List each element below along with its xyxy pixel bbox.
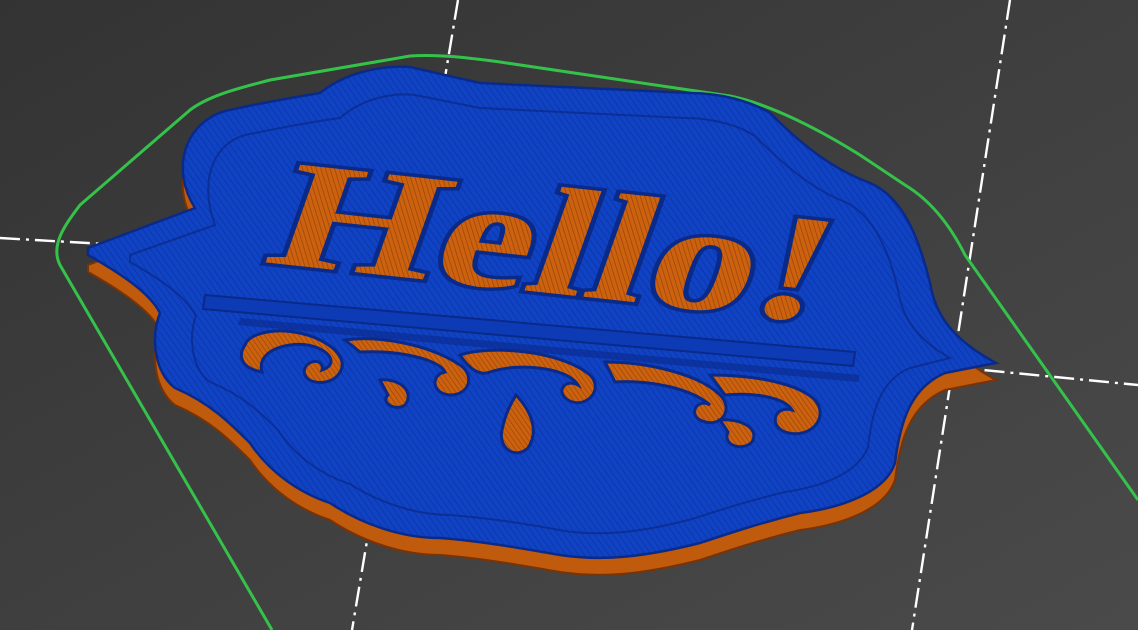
3d-preview-viewport[interactable]: Hello! — [0, 0, 1138, 630]
preview-canvas[interactable]: Hello! — [0, 0, 1138, 630]
